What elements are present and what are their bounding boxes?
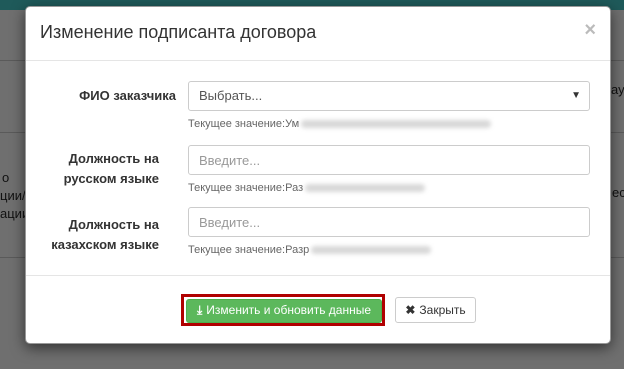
background-text: ции/ <box>0 188 26 203</box>
background-divider <box>0 257 25 258</box>
position-ru-input-box <box>188 145 590 175</box>
position-kz-input[interactable] <box>199 208 579 236</box>
position-ru-label-line2: русском языке <box>63 171 159 186</box>
caret-down-icon: ▼ <box>571 90 581 101</box>
position-ru-help-text: Текущее значение:Раз <box>188 182 304 194</box>
redacted-value <box>305 184 426 193</box>
background-text: о <box>2 170 10 185</box>
update-data-button[interactable]: ⤓ Изменить и обновить данные <box>186 299 382 323</box>
close-icon[interactable]: × <box>584 19 596 42</box>
background-text: ес <box>612 185 624 200</box>
position-kz-label: Должность на казахском языке <box>46 215 159 255</box>
customer-name-help: Текущее значение:Ум <box>188 118 492 130</box>
modal-header: Изменение подписанта договора × <box>26 7 610 61</box>
redacted-value <box>311 246 432 255</box>
background-divider <box>0 132 25 133</box>
background-divider <box>609 257 624 258</box>
close-button[interactable]: ✖ Закрыть <box>395 297 476 323</box>
position-kz-label-line1: Должность на <box>68 217 159 232</box>
position-kz-label-line2: казахском языке <box>51 237 159 252</box>
download-icon: ⤓ <box>196 303 203 317</box>
customer-name-label: ФИО заказчика <box>79 88 176 103</box>
submit-highlight-frame: ⤓ Изменить и обновить данные <box>181 294 385 326</box>
customer-name-help-text: Текущее значение:Ум <box>188 118 300 130</box>
customer-name-select-value: Выбрать... <box>199 88 263 103</box>
position-ru-label-line1: Должность на <box>68 151 159 166</box>
change-signatory-modal: Изменение подписанта договора × ФИО зака… <box>25 6 611 344</box>
position-ru-label: Должность на русском языке <box>46 149 159 189</box>
position-kz-input-box <box>188 207 590 237</box>
redacted-value <box>301 120 492 129</box>
background-divider <box>609 132 624 133</box>
modal-title: Изменение подписанта договора <box>40 22 317 42</box>
update-data-button-label: Изменить и обновить данные <box>206 303 372 317</box>
customer-name-select[interactable]: Выбрать... ▼ <box>188 81 590 111</box>
close-icon: ✖ <box>405 303 416 317</box>
background-divider <box>0 60 25 61</box>
position-kz-help-text: Текущее значение:Разр <box>188 244 310 256</box>
background-divider <box>609 60 624 61</box>
background-text: ау <box>611 82 624 97</box>
modal-footer: ⤓ Изменить и обновить данные ✖ Закрыть <box>26 275 610 344</box>
position-ru-help: Текущее значение:Раз <box>188 182 426 194</box>
position-ru-input[interactable] <box>199 146 579 174</box>
close-button-label: Закрыть <box>419 303 466 317</box>
position-kz-help: Текущее значение:Разр <box>188 244 432 256</box>
